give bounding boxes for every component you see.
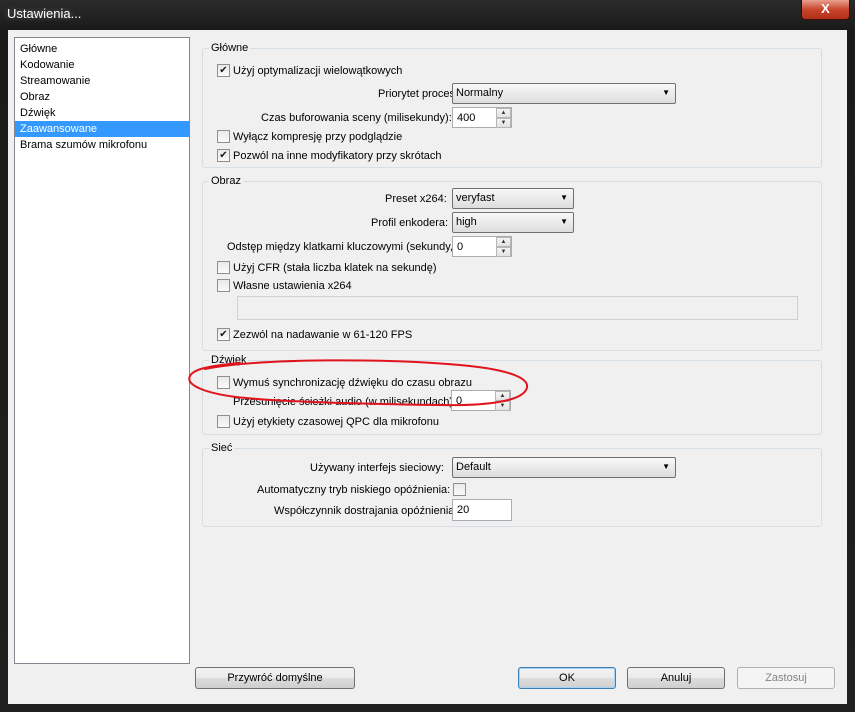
window-title: Ustawienia... bbox=[7, 6, 82, 21]
force-sync-label: Wymuś synchronizację dźwięku do czasu ob… bbox=[233, 377, 472, 389]
keyframe-value: 0 bbox=[457, 241, 464, 253]
profile-dropdown[interactable]: high ▼ bbox=[452, 212, 574, 233]
sidebar-item-video[interactable]: Obraz bbox=[15, 89, 189, 105]
spin-up-icon[interactable]: ▲ bbox=[496, 237, 511, 247]
video-group: Obraz Preset x264: veryfast ▼ Profil enk… bbox=[202, 174, 822, 351]
sidebar-item-audio[interactable]: Dźwięk bbox=[15, 105, 189, 121]
spin-up-icon[interactable]: ▲ bbox=[496, 108, 511, 118]
latency-factor-value: 20 bbox=[457, 504, 470, 516]
apply-button[interactable]: Zastosuj bbox=[737, 667, 835, 689]
general-group-title: Główne bbox=[209, 41, 251, 55]
hotkey-modifiers-label: Pozwól na inne modyfikatory przy skrótac… bbox=[233, 150, 442, 162]
restore-defaults-button[interactable]: Przywróć domyślne bbox=[195, 667, 355, 689]
disable-preview-compress-label: Wyłącz kompresję przy podglądzie bbox=[233, 131, 403, 143]
spin-down-icon[interactable]: ▼ bbox=[496, 247, 511, 257]
interface-value: Default bbox=[456, 461, 491, 473]
profile-value: high bbox=[456, 216, 477, 228]
preset-value: veryfast bbox=[456, 192, 495, 204]
sidebar-item-advanced[interactable]: Zaawansowane bbox=[15, 121, 189, 137]
video-group-title: Obraz bbox=[209, 174, 243, 188]
hotkey-modifiers-checkbox[interactable]: ✔ bbox=[217, 149, 230, 162]
qpc-label: Użyj etykiety czasowej QPC dla mikrofonu bbox=[233, 416, 440, 428]
interface-dropdown[interactable]: Default ▼ bbox=[452, 457, 676, 478]
custom-x264-checkbox[interactable] bbox=[217, 279, 230, 292]
multithread-label: Użyj optymalizacji wielowątkowych bbox=[233, 65, 403, 77]
latency-factor-label: Współczynnik dostrajania opóźnienia bbox=[274, 505, 455, 517]
sidebar-item-streaming[interactable]: Streamowanie bbox=[15, 73, 189, 89]
spin-down-icon[interactable]: ▼ bbox=[496, 118, 511, 128]
latency-factor-input[interactable]: 20 bbox=[452, 499, 512, 521]
force-sync-checkbox[interactable] bbox=[217, 376, 230, 389]
sidebar-item-general[interactable]: Główne bbox=[15, 41, 189, 57]
spin-down-icon[interactable]: ▼ bbox=[495, 401, 510, 411]
offset-label: Przesunięcie ścieżki audio (w milisekund… bbox=[233, 396, 457, 408]
sidebar-item-noise-gate[interactable]: Brama szumów mikrofonu bbox=[15, 137, 189, 153]
priority-label: Priorytet procesu bbox=[378, 88, 462, 100]
buffer-spinbox[interactable]: 400 ▲ ▼ bbox=[452, 107, 512, 128]
close-icon[interactable]: X bbox=[801, 0, 850, 20]
buffer-value: 400 bbox=[457, 112, 476, 124]
custom-x264-input[interactable] bbox=[237, 296, 798, 320]
settings-category-list[interactable]: Główne Kodowanie Streamowanie Obraz Dźwi… bbox=[14, 37, 190, 664]
audio-group-title: Dźwięk bbox=[209, 353, 249, 367]
interface-label: Używany interfejs sieciowy: bbox=[310, 462, 444, 474]
spin-up-icon[interactable]: ▲ bbox=[495, 391, 510, 401]
fps-61-120-checkbox[interactable]: ✔ bbox=[217, 328, 230, 341]
offset-value: 0 bbox=[456, 395, 463, 407]
priority-dropdown[interactable]: Normalny ▼ bbox=[452, 83, 676, 104]
network-group: Sieć Używany interfejs sieciowy: Default… bbox=[202, 441, 822, 527]
fps-61-120-label: Zezwól na nadawanie w 61-120 FPS bbox=[233, 329, 413, 341]
ok-button[interactable]: OK bbox=[518, 667, 616, 689]
priority-value: Normalny bbox=[456, 87, 504, 99]
buffer-label: Czas buforowania sceny (milisekundy): bbox=[261, 112, 452, 124]
sidebar-item-encoding[interactable]: Kodowanie bbox=[15, 57, 189, 73]
low-latency-checkbox[interactable] bbox=[453, 483, 466, 496]
dialog-client-area: Główne Kodowanie Streamowanie Obraz Dźwi… bbox=[8, 30, 847, 704]
audio-group: Dźwięk Wymuś synchronizację dźwięku do c… bbox=[202, 353, 822, 435]
disable-preview-compress-checkbox[interactable] bbox=[217, 130, 230, 143]
offset-spinbox[interactable]: 0 ▲ ▼ bbox=[451, 390, 511, 411]
preset-dropdown[interactable]: veryfast ▼ bbox=[452, 188, 574, 209]
settings-window: Ustawienia... X Główne Kodowanie Streamo… bbox=[0, 0, 855, 712]
profile-label: Profil enkodera: bbox=[371, 217, 449, 229]
chevron-down-icon: ▼ bbox=[560, 193, 568, 202]
cfr-label: Użyj CFR (stała liczba klatek na sekundę… bbox=[233, 262, 437, 274]
cancel-button[interactable]: Anuluj bbox=[627, 667, 725, 689]
keyframe-label: Odstęp między klatkami kluczowymi (sekun… bbox=[227, 241, 453, 253]
chevron-down-icon: ▼ bbox=[662, 462, 670, 471]
preset-label: Preset x264: bbox=[385, 193, 447, 205]
keyframe-spinbox[interactable]: 0 ▲ ▼ bbox=[452, 236, 512, 257]
general-group: Główne ✔ Użyj optymalizacji wielowątkowy… bbox=[202, 41, 822, 168]
chevron-down-icon: ▼ bbox=[662, 88, 670, 97]
chevron-down-icon: ▼ bbox=[560, 217, 568, 226]
custom-x264-label: Własne ustawienia x264 bbox=[233, 280, 352, 292]
network-group-title: Sieć bbox=[209, 441, 235, 455]
cfr-checkbox[interactable] bbox=[217, 261, 230, 274]
multithread-checkbox[interactable]: ✔ bbox=[217, 64, 230, 77]
qpc-checkbox[interactable] bbox=[217, 415, 230, 428]
low-latency-label: Automatyczny tryb niskiego opóźnienia: bbox=[257, 484, 451, 496]
